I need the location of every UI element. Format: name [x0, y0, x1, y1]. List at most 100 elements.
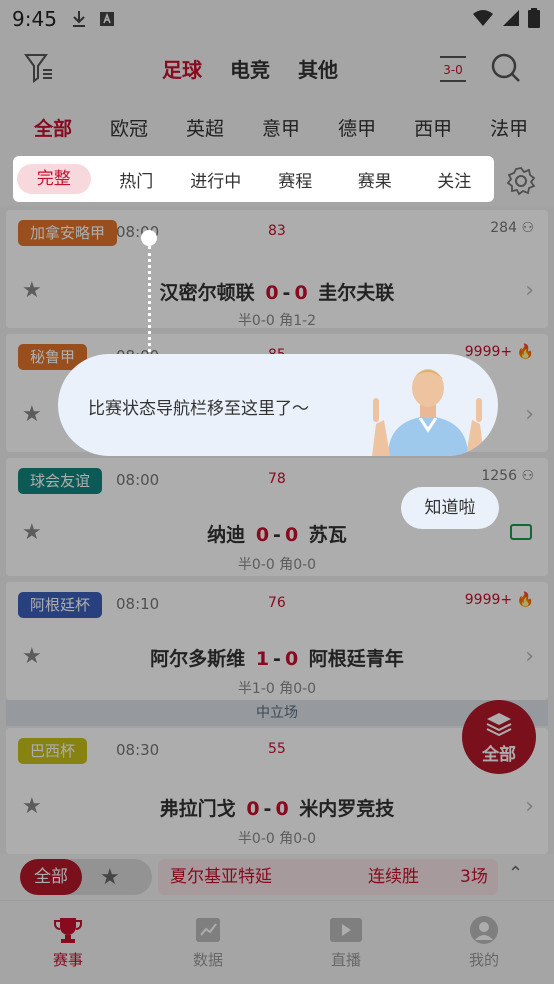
watcher-count: 9999+ 🔥	[465, 592, 534, 608]
watcher-count: 284 ⚇	[490, 220, 534, 236]
filter-icon[interactable]	[24, 52, 54, 84]
battery-icon	[528, 8, 540, 28]
got-it-button[interactable]: 知道啦	[401, 487, 499, 529]
league-tag: 球会友谊	[18, 468, 103, 494]
video-live-icon[interactable]	[510, 524, 532, 540]
match-teams: 弗拉门戈 0-0 米内罗竞技	[159, 798, 395, 820]
tab-profile-label: 我的	[468, 951, 499, 969]
chevron-up-icon[interactable]: ⌃	[508, 863, 523, 884]
favorite-star-icon[interactable]: ★	[22, 402, 42, 427]
home-team: 阿尔多斯维	[150, 648, 246, 670]
fire-icon: 🔥	[516, 592, 534, 608]
home-score: 1	[255, 648, 270, 670]
signal-icon	[503, 10, 519, 26]
chevron-right-icon: ›	[525, 794, 534, 819]
watcher-count-value: 9999+	[464, 592, 513, 608]
filter-followed[interactable]: 关注	[415, 167, 495, 192]
guide-pointer-dot	[141, 230, 157, 246]
score-mode-button[interactable]: 3-0	[438, 54, 468, 88]
league-tag: 阿根廷杯	[18, 592, 103, 618]
chevron-right-icon: ›	[525, 402, 534, 427]
home-team: 弗拉门戈	[159, 798, 236, 820]
league-tab-all[interactable]: 全部	[34, 114, 72, 141]
bottom-tab-bar: 赛事 数据 直播 我的	[0, 900, 554, 984]
league-tab-ligue1[interactable]: 法甲	[490, 114, 528, 141]
away-score: 0	[275, 798, 289, 820]
watcher-count: 1256 ⚇	[481, 468, 534, 484]
tab-esports[interactable]: 电竞	[230, 54, 270, 83]
tab-live[interactable]: 直播	[306, 915, 386, 970]
filter-live[interactable]: 进行中	[176, 167, 256, 192]
away-team: 苏瓦	[308, 524, 347, 546]
search-icon[interactable]	[490, 52, 522, 84]
streak-bar: 全部 ★ 夏尔基亚特延 连续胜 3场 ⌃	[0, 854, 554, 900]
people-icon: ⚇	[521, 468, 534, 484]
away-team: 米内罗竞技	[299, 798, 395, 820]
status-filter-highlight: 完整 热门 进行中 赛程 赛果 关注	[13, 156, 494, 202]
play-icon	[330, 918, 362, 942]
streak-value: 3场	[460, 867, 488, 887]
streak-label: 连续胜	[368, 867, 419, 887]
home-score: 0	[255, 524, 270, 546]
tab-football[interactable]: 足球	[162, 54, 202, 83]
guide-pointer-line	[148, 246, 151, 352]
away-score: 0	[284, 648, 299, 670]
league-tab-epl[interactable]: 英超	[186, 114, 224, 141]
match-teams: 汉密尔顿联 0-0 圭尔夫联	[159, 282, 395, 304]
home-team: 汉密尔顿联	[159, 282, 255, 304]
match-time: 08:10	[116, 595, 160, 613]
scoreboard-icon: 3-0	[440, 56, 466, 82]
people-icon: ⚇	[521, 220, 534, 236]
tab-events-label: 赛事	[52, 951, 83, 969]
download-icon	[72, 11, 85, 27]
filter-complete[interactable]: 完整	[17, 164, 91, 194]
league-tag: 巴西杯	[18, 738, 88, 764]
league-tabs: 全部 欧冠 英超 意甲 德甲 西甲 法甲	[0, 98, 554, 156]
tab-other[interactable]: 其他	[298, 54, 338, 83]
data-chart-icon	[196, 918, 220, 942]
home-score: 0	[265, 282, 279, 304]
all-matches-fab[interactable]: 全部	[462, 700, 536, 774]
guide-message: 比赛状态导航栏移至这里了～	[88, 399, 309, 419]
user-icon	[470, 916, 498, 944]
chevron-right-icon: ›	[525, 278, 534, 303]
streak-info[interactable]: 夏尔基亚特延 连续胜 3场	[158, 859, 498, 895]
match-minute: 83	[268, 223, 286, 239]
away-team: 阿根廷青年	[308, 648, 404, 670]
wifi-icon	[473, 10, 493, 26]
home-team: 纳迪	[207, 524, 246, 546]
score-mode-text: 3-0	[443, 63, 463, 77]
match-minute: 78	[268, 471, 286, 487]
match-teams: 阿尔多斯维 1-0 阿根廷青年	[150, 648, 404, 670]
match-card[interactable]: 阿根廷杯 08:10 76 9999+ 🔥 ★ 阿尔多斯维 1-0 阿根廷青年 …	[6, 582, 548, 700]
tab-live-label: 直播	[330, 951, 361, 969]
filter-schedule[interactable]: 赛程	[256, 167, 336, 192]
status-time: 9:45	[12, 7, 57, 31]
filter-results[interactable]: 赛果	[335, 167, 415, 192]
fire-icon: 🔥	[516, 344, 534, 360]
league-tab-bundesliga[interactable]: 德甲	[338, 114, 376, 141]
favorite-scope-icon[interactable]: ★	[100, 865, 120, 890]
league-tab-seriea[interactable]: 意甲	[262, 114, 300, 141]
league-tab-laliga[interactable]: 西甲	[414, 114, 452, 141]
league-tab-ucl[interactable]: 欧冠	[110, 114, 148, 141]
match-card[interactable]: 加拿安略甲 08:00 83 284 ⚇ ★ 汉密尔顿联 0-0 圭尔夫联 半0…	[6, 210, 548, 329]
league-tag: 加拿安略甲	[18, 220, 118, 246]
tab-events[interactable]: 赛事	[28, 915, 108, 970]
scope-all-button[interactable]: 全部	[20, 859, 82, 895]
match-stats: 半0-0 角0-0	[237, 831, 317, 847]
filter-hot[interactable]: 热门	[97, 167, 177, 192]
trophy-icon	[54, 918, 82, 943]
chevron-right-icon: ›	[525, 644, 534, 669]
match-minute: 76	[268, 595, 286, 611]
match-stats: 半1-0 角0-0	[237, 681, 317, 697]
away-score: 0	[284, 524, 299, 546]
tab-data[interactable]: 数据	[168, 915, 248, 970]
match-stats: 半0-0 角0-0	[237, 557, 317, 573]
guide-bubble: 比赛状态导航栏移至这里了～	[58, 354, 498, 456]
gear-icon[interactable]	[506, 166, 536, 196]
match-stats: 半0-0 角1-2	[237, 313, 317, 329]
tab-profile[interactable]: 我的	[444, 915, 524, 970]
top-navigation: 足球 电竞 其他 3-0	[0, 38, 554, 98]
player-mascot-icon	[372, 369, 484, 456]
